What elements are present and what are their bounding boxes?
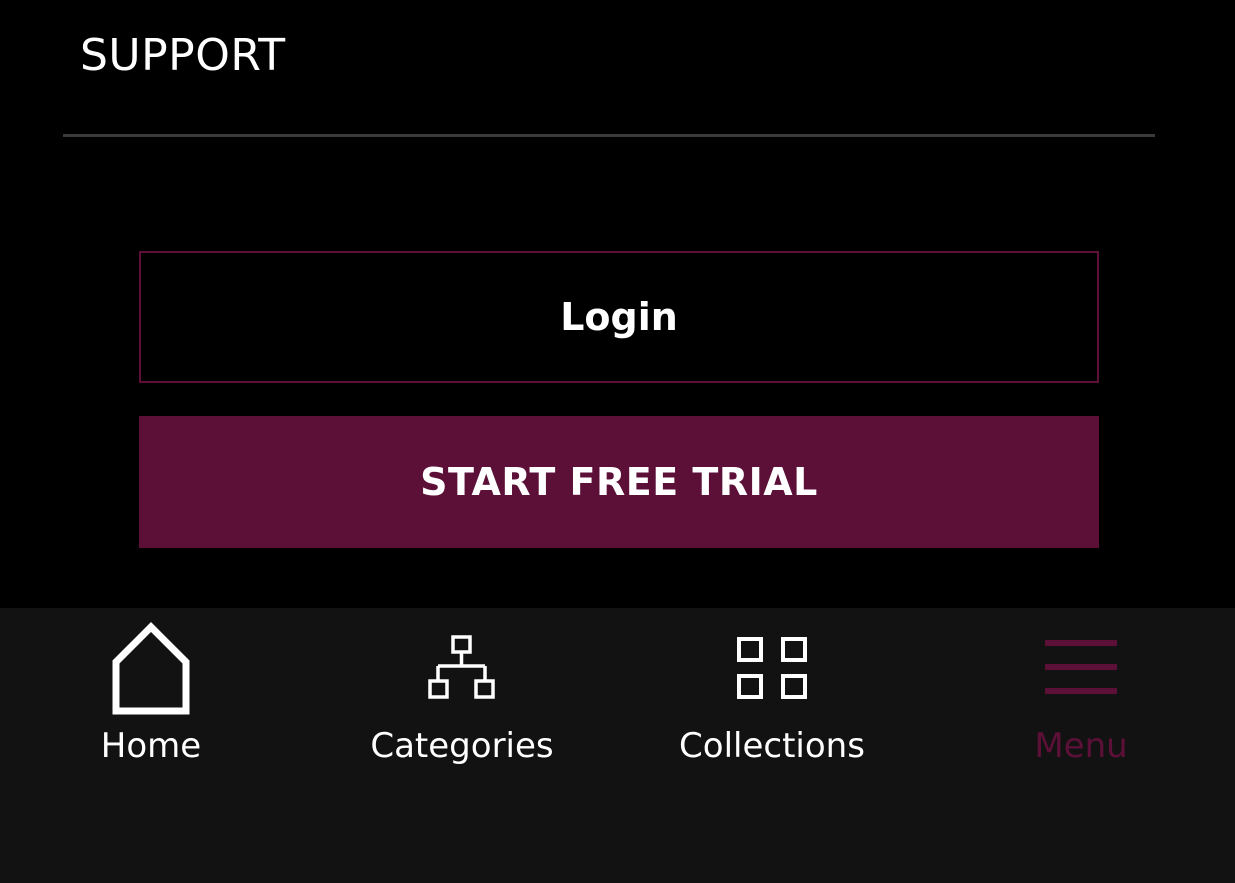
hamburger-icon — [1045, 640, 1117, 694]
home-icon — [112, 622, 190, 715]
tab-home-label: Home — [100, 726, 202, 766]
support-link[interactable]: SUPPORT — [80, 30, 286, 81]
tab-menu[interactable]: Menu — [961, 608, 1201, 778]
tab-collections-label: Collections — [679, 726, 865, 766]
tab-categories[interactable]: Categories — [342, 608, 582, 778]
start-free-trial-button[interactable]: START FREE TRIAL — [139, 416, 1099, 548]
tab-categories-label: Categories — [370, 726, 554, 766]
tab-collections[interactable]: Collections — [652, 608, 892, 778]
menu-page: SUPPORT Login START FREE TRIAL Home Cate… — [0, 0, 1235, 883]
divider — [63, 134, 1155, 137]
hierarchy-icon — [428, 635, 495, 699]
tab-home[interactable]: Home — [31, 608, 271, 778]
tab-menu-label: Menu — [1034, 726, 1128, 766]
login-button[interactable]: Login — [139, 251, 1099, 383]
grid-icon — [737, 637, 807, 699]
bottom-tab-bar: Home Categories Collections Menu — [0, 608, 1235, 883]
